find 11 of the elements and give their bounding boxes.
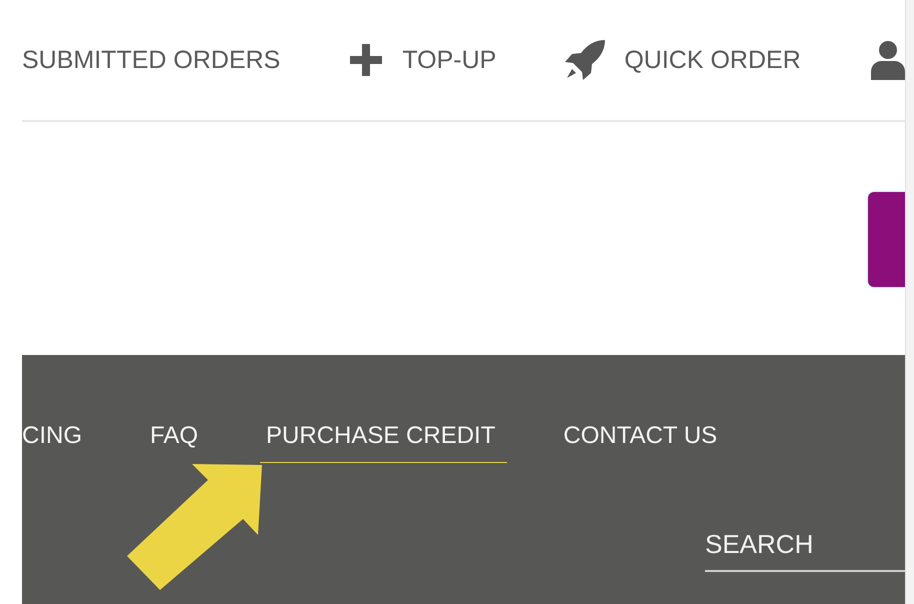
footer-nav-link[interactable]: FAQ: [144, 418, 210, 463]
footer-nav-link[interactable]: CING: [22, 418, 94, 463]
footer-nav-link[interactable]: PURCHASE CREDIT: [260, 418, 508, 463]
nav-link[interactable]: QUICK ORDER: [564, 39, 801, 81]
nav-link[interactable]: TOP-UP: [348, 42, 496, 78]
nav-link[interactable]: SUBMITTED ORDERS: [22, 46, 280, 74]
rocket-icon: [564, 39, 606, 81]
user-icon[interactable]: [868, 40, 905, 80]
plus-icon: [348, 42, 384, 78]
footer-nav-link[interactable]: CONTACT US: [557, 418, 730, 463]
search-field[interactable]: SEARCH: [705, 529, 905, 572]
